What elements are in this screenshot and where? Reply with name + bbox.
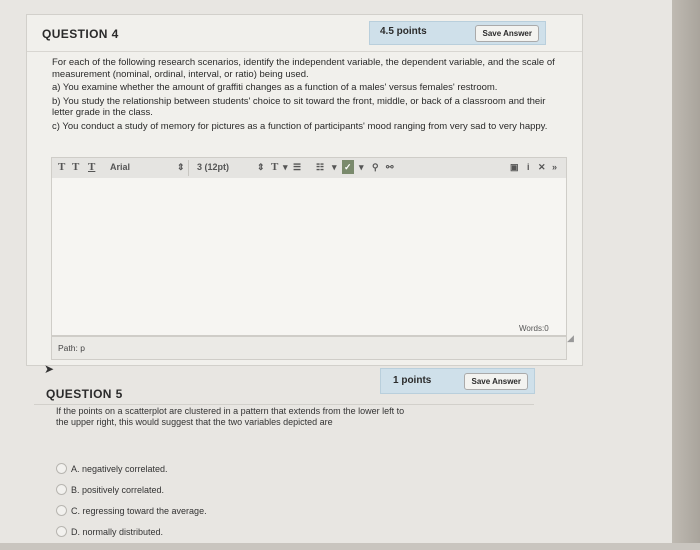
option-label: A. negatively correlated. xyxy=(71,463,168,474)
info-icon[interactable]: i xyxy=(527,162,530,172)
radio-button[interactable] xyxy=(56,463,67,474)
fullscreen-icon[interactable]: ✕ xyxy=(538,162,546,173)
scenario-b: b) You study the relationship between st… xyxy=(52,95,546,119)
spellcheck-icon[interactable]: ✓ xyxy=(342,160,354,174)
scenario-c: c) You conduct a study of memory for pic… xyxy=(52,120,548,132)
toolbar-divider xyxy=(188,160,189,176)
option-a[interactable]: A. negatively correlated. xyxy=(56,458,207,479)
question-4-points: 4.5 points xyxy=(380,26,427,37)
font-family-stepper-icon[interactable]: ⇕ xyxy=(177,162,185,173)
font-family-select[interactable]: Arial xyxy=(110,162,130,172)
remove-link-icon[interactable]: ⚯ xyxy=(386,162,394,173)
editor-path-bar: Path: p xyxy=(51,336,567,360)
question-4-title: QUESTION 4 xyxy=(42,27,119,41)
option-d[interactable]: D. normally distributed. xyxy=(56,521,207,542)
numbered-list-icon[interactable]: ☷ xyxy=(316,162,324,173)
editor-path: Path: p xyxy=(58,343,85,353)
answer-options: A. negatively correlated. B. positively … xyxy=(56,458,207,542)
radio-button[interactable] xyxy=(56,526,67,537)
question-5-prompt: If the points on a scatterplot are clust… xyxy=(56,406,405,427)
text-color-dropdown-icon[interactable]: ▾ xyxy=(283,162,288,173)
font-size-stepper-icon[interactable]: ⇕ xyxy=(257,162,265,173)
question-4-intro: For each of the following research scena… xyxy=(52,57,555,80)
radio-button[interactable] xyxy=(56,505,67,516)
option-label: B. positively correlated. xyxy=(71,484,165,495)
numbered-list-dropdown-icon[interactable]: ▾ xyxy=(332,162,337,173)
bullet-list-icon[interactable]: ☰ xyxy=(293,162,301,173)
text-style-t2-icon[interactable]: T xyxy=(72,161,79,173)
browser-viewport: QUESTION 4 4.5 points Save Answer For ea… xyxy=(0,0,672,543)
question-4-points-box: 4.5 points Save Answer xyxy=(369,21,546,45)
answer-text-editor[interactable] xyxy=(51,178,567,336)
spellcheck-dropdown-icon[interactable]: ▾ xyxy=(359,162,364,173)
collapse-toolbar-icon[interactable]: » xyxy=(552,162,557,172)
question-5-points-box: 1 points Save Answer xyxy=(380,368,535,394)
font-size-select[interactable]: 3 (12pt) xyxy=(197,162,229,172)
option-label: D. normally distributed. xyxy=(71,526,164,537)
radio-button[interactable] xyxy=(56,484,67,495)
text-color-icon[interactable]: T xyxy=(271,161,278,173)
option-b[interactable]: B. positively correlated. xyxy=(56,479,207,500)
question-4-text: For each of the following research scena… xyxy=(52,57,562,134)
save-answer-button[interactable]: Save Answer xyxy=(475,25,539,42)
resize-handle-icon[interactable]: ◢ xyxy=(567,333,574,344)
preview-icon[interactable]: ▣ xyxy=(510,162,519,173)
question-5-points: 1 points xyxy=(393,375,432,386)
text-style-t1-icon[interactable]: T xyxy=(58,161,65,173)
question-5-title: QUESTION 5 xyxy=(46,387,123,401)
question-4-panel: QUESTION 4 4.5 points Save Answer For ea… xyxy=(26,14,583,366)
save-answer-button[interactable]: Save Answer xyxy=(464,373,528,390)
monitor-bezel xyxy=(672,0,700,543)
option-c[interactable]: C. regressing toward the average. xyxy=(56,500,207,521)
insert-link-icon[interactable]: ⚲ xyxy=(372,162,379,173)
editor-toolbar: T T T Arial ⇕ 3 (12pt) ⇕ T ▾ ☰ ☷ ▾ ✓ ▾ ⚲… xyxy=(51,157,567,179)
option-label: C. regressing toward the average. xyxy=(71,505,207,516)
question-5-panel: QUESTION 5 1 points Save Answer If the p… xyxy=(34,368,535,550)
text-style-t3-icon[interactable]: T xyxy=(88,161,95,173)
scenario-a: a) You examine whether the amount of gra… xyxy=(52,82,498,93)
question-5-divider xyxy=(34,404,534,405)
question-4-header: QUESTION 4 4.5 points Save Answer xyxy=(27,15,582,52)
